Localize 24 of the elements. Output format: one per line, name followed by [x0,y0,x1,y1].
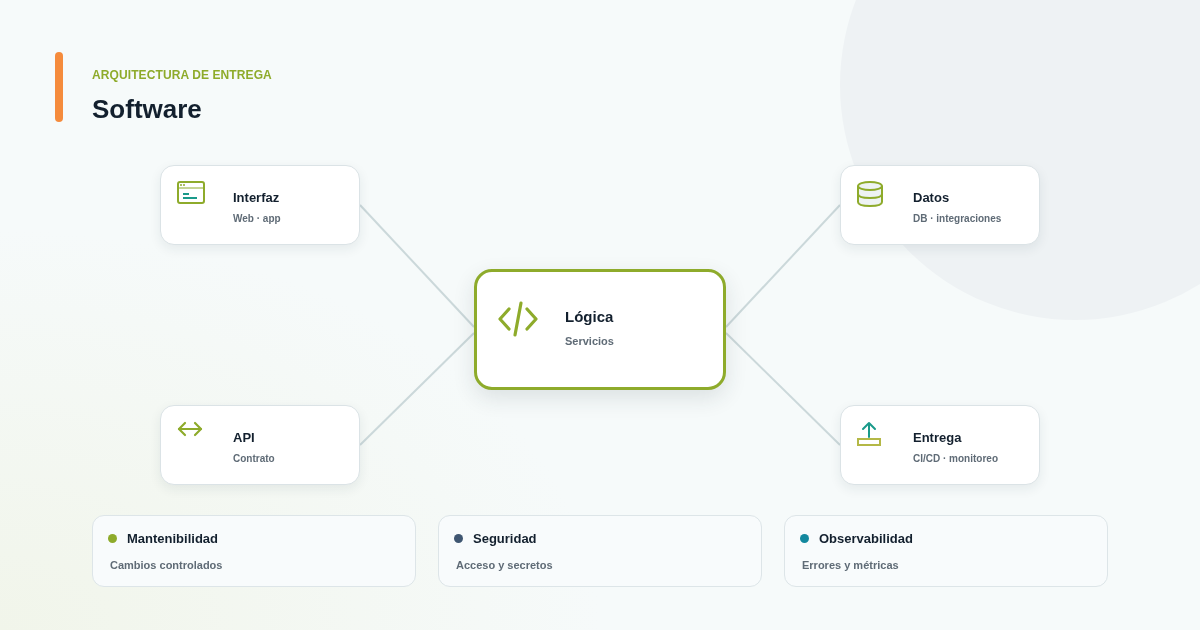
quality-description: Errores y métricas [802,559,900,571]
node-title: Entrega [913,430,963,445]
code-icon [498,301,538,337]
accent-bar [55,52,63,122]
browser-window-icon [177,181,205,205]
double-arrow-icon [177,421,203,437]
quality-description: Acceso y secretos [456,559,554,571]
node-subtitle: DB · integraciones [913,213,1002,224]
quality-title: Mantenibilidad [127,531,218,546]
node-title: Interfaz [233,190,281,205]
quality-title: Seguridad [473,531,537,546]
database-icon [857,181,883,207]
node-title: Datos [913,190,951,205]
eyebrow-label: ARQUITECTURA DE ENTREGA [92,68,272,82]
node-subtitle: Web · app [233,213,281,224]
node-subtitle: Contrato [233,453,275,464]
node-title: API [233,430,256,445]
node-subtitle: Servicios [565,335,614,347]
node-title: Lógica [565,308,614,325]
node-subtitle: CI/CD · monitoreo [913,453,998,464]
upload-icon [857,421,881,447]
quality-description: Cambios controlados [110,559,224,571]
page-title: Software [92,94,203,125]
quality-title: Observabilidad [819,531,913,546]
